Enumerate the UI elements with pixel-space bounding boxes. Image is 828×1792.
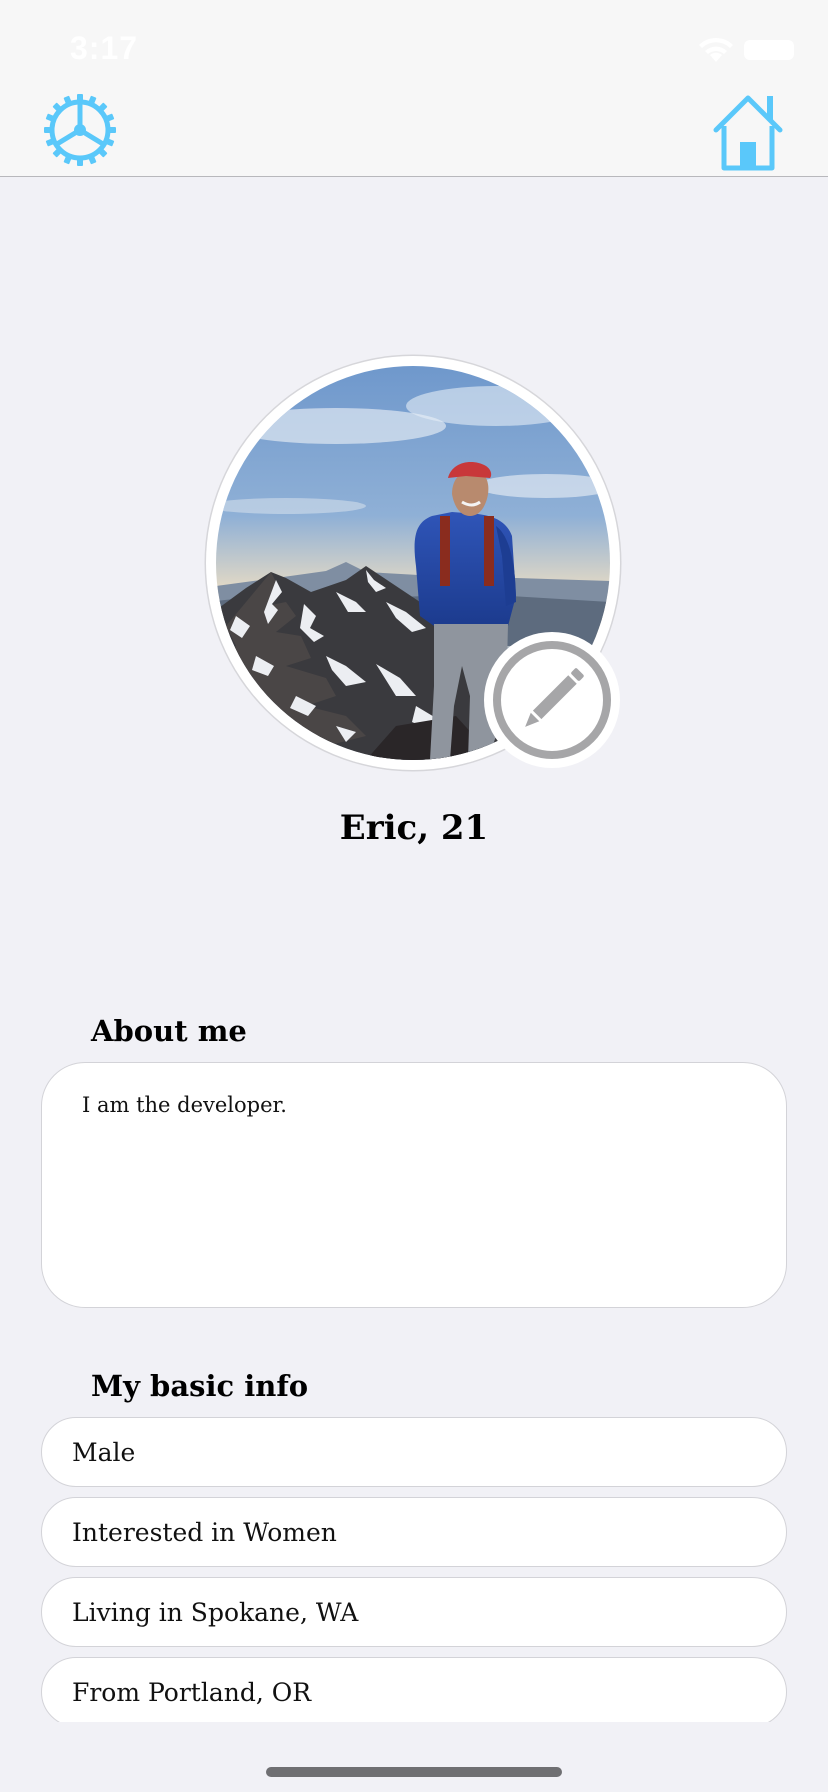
- about-heading: About me: [91, 1014, 247, 1048]
- home-button[interactable]: [710, 90, 786, 172]
- about-me-text: I am the developer.: [82, 1093, 287, 1117]
- basic-info-heading: My basic info: [91, 1369, 309, 1403]
- status-bar: 3:17: [0, 0, 828, 100]
- info-interested-in[interactable]: Interested in Women: [41, 1497, 787, 1567]
- bottom-safe-area: [0, 1722, 828, 1792]
- about-me-textbox[interactable]: I am the developer.: [41, 1062, 787, 1308]
- status-time: 3:17: [70, 30, 139, 66]
- home-indicator[interactable]: [266, 1767, 562, 1777]
- nav-bar: [0, 100, 828, 177]
- battery-icon: [744, 40, 794, 60]
- pencil-icon: [493, 641, 611, 759]
- wifi-icon: [699, 37, 733, 62]
- gear-icon: [44, 94, 116, 166]
- settings-button[interactable]: [44, 92, 116, 168]
- info-from[interactable]: From Portland, OR: [41, 1657, 787, 1727]
- info-living-in[interactable]: Living in Spokane, WA: [41, 1577, 787, 1647]
- edit-photo-button[interactable]: [484, 632, 620, 768]
- info-gender[interactable]: Male: [41, 1417, 787, 1487]
- profile-name: Eric, 21: [339, 808, 489, 848]
- house-icon: [713, 95, 783, 171]
